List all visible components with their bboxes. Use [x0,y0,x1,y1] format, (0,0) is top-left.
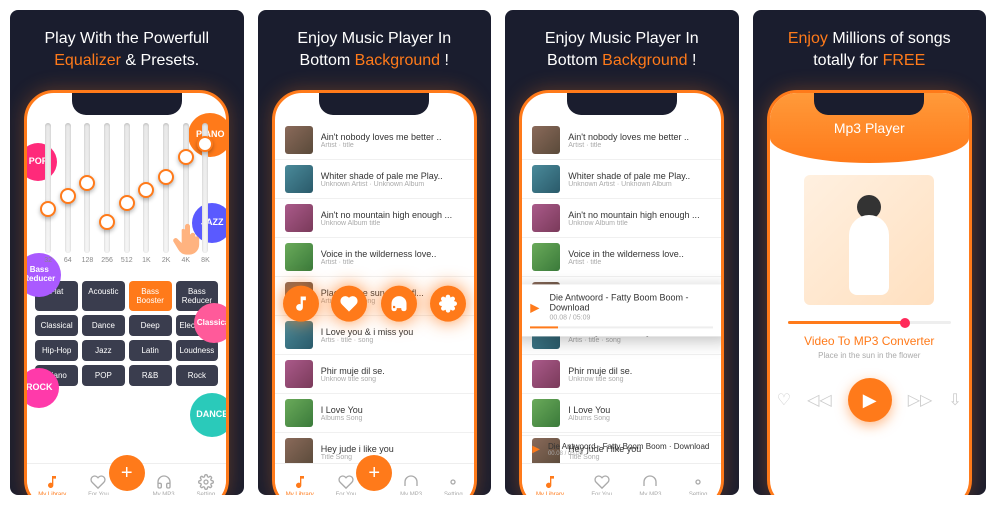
nav-foryou[interactable]: For You [336,474,357,496]
nav-mp3[interactable]: My MP3 [153,474,175,496]
song-row[interactable]: Phir muje dil se.Unknow title song [275,355,474,394]
notch [814,93,924,115]
heart-icon [340,295,358,313]
eq-sliders[interactable]: 32 64 128 256 512 1K 2K 4K 8K [35,123,218,273]
preset-jazz[interactable]: Jazz [82,340,125,361]
phone-frame-3: Ain't nobody loves me better ..Artist · … [519,90,724,495]
phone-frame-4: Mp3 Player Video To MP3 Converter Place … [767,90,972,495]
bottom-mini-player[interactable]: ▶ Die Antwoord · Fatty Boom Boom · Downl… [522,435,721,463]
heart-icon [338,474,354,490]
mini-player[interactable]: ▶ Die Antwoord - Fatty Boom Boom - Downl… [519,284,724,336]
fab-add-button[interactable]: + [356,455,392,491]
play-button[interactable]: ▶ [848,378,892,422]
nav-setting[interactable]: Setting [689,474,708,496]
preset-hiphop[interactable]: Hip-Hop [35,340,78,361]
song-row[interactable]: I Love YouAlbums Song [275,394,474,433]
phone-frame-2: Ain't nobody loves me better ..Artist · … [272,90,477,495]
nav-library[interactable]: My Library [38,474,66,496]
hand-cursor-icon [170,218,210,263]
panel-songlist-miniplayer: Enjoy Music Player In Bottom Background … [505,10,739,495]
action-overlay [275,286,474,322]
gear-icon [439,295,457,313]
nav-setting[interactable]: Setting [197,474,216,496]
preset-grid: Flat Acoustic Bass Booster Bass Reducer … [35,281,218,386]
gear-icon [198,474,214,490]
panel-equalizer: Play With the Powerfull Equalizer & Pres… [10,10,244,495]
mini-player-title: Die Antwoord - Fatty Boom Boom - Downloa… [549,292,713,312]
song-row[interactable]: I Love YouAlbums Song [522,394,721,433]
overlay-settings-button[interactable] [430,286,466,322]
song-row[interactable]: Voice in the wilderness love..Artist · t… [522,238,721,277]
preset-deep[interactable]: Deep [129,315,172,336]
preset-classical[interactable]: Classical [35,315,78,336]
next-button[interactable]: ▷▷ [908,390,933,410]
headline-1: Play With the Powerfull Equalizer & Pres… [44,28,209,78]
notch [319,93,429,115]
headline-4: Enjoy Millions of songs totally for FREE [788,28,951,78]
preset-loudness[interactable]: Loudness [176,340,219,361]
headphone-icon [156,474,172,490]
song-row[interactable]: Whiter shade of pale me Play..Unknown Ar… [275,160,474,199]
song-row[interactable]: Whiter shade of pale me Play..Unknown Ar… [522,160,721,199]
headphone-icon [403,474,419,490]
bubble-classical[interactable]: Classical [194,303,229,343]
preset-acoustic[interactable]: Acoustic [82,281,125,311]
phone-frame-1: POP PIANO JAZZ Bass Reducer Classical RO… [24,90,229,495]
song-row[interactable]: Voice in the wilderness love..Artist · t… [275,238,474,277]
music-note-icon [292,295,310,313]
nav-library[interactable]: My Library [286,474,314,496]
notch [567,93,677,115]
plus-icon: + [368,462,380,485]
player-track-sub: Place in the sun in the flower [770,351,969,360]
fab-add-button[interactable]: + [109,455,145,491]
headline-3: Enjoy Music Player In Bottom Background … [545,28,699,78]
song-row[interactable]: Ain't nobody loves me better ..Artist · … [522,121,721,160]
preset-dance[interactable]: Dance [82,315,125,336]
overlay-headphone-button[interactable] [381,286,417,322]
preset-latin[interactable]: Latin [129,340,172,361]
song-row[interactable]: Ain't no mountain high enough ...Unknow … [275,199,474,238]
play-icon[interactable]: ▶ [532,444,540,455]
song-row[interactable]: I Love you & i miss youArtis · title · s… [275,316,474,355]
progress-bar[interactable] [788,321,951,324]
mini-player-time: 00.08 / 05:09 [549,314,713,321]
preset-pop[interactable]: POP [82,365,125,386]
bubble-dance[interactable]: DANCE [190,393,229,437]
music-note-icon [292,474,308,490]
player-track-title: Video To MP3 Converter [770,334,969,348]
headline-2: Enjoy Music Player In Bottom Background … [297,28,451,78]
heart-icon [90,474,106,490]
preset-bass-booster[interactable]: Bass Booster [129,281,172,311]
panel-player: Enjoy Millions of songs totally for FREE… [753,10,987,495]
song-row[interactable]: Phir muje dil se.Unknow title song [522,355,721,394]
notch [72,93,182,115]
album-art [804,175,934,305]
song-row[interactable]: Ain't nobody loves me better ..Artist · … [275,121,474,160]
nav-foryou[interactable]: For You [88,474,109,496]
plus-icon: + [121,462,133,485]
headphone-icon [390,295,408,313]
nav-mp3[interactable]: My MP3 [400,474,422,496]
preset-rock[interactable]: Rock [176,365,219,386]
overlay-music-button[interactable] [283,286,319,322]
gear-icon [445,474,461,490]
song-row[interactable]: Ain't no mountain high enough ...Unknow … [522,199,721,238]
nav-library[interactable]: My Library [536,474,564,496]
preset-rnb[interactable]: R&B [129,365,172,386]
nav-setting[interactable]: Setting [444,474,463,496]
mini-progress-bar[interactable] [530,326,713,328]
nav-foryou[interactable]: For You [591,474,612,496]
panel-songlist-overlay: Enjoy Music Player In Bottom Background … [258,10,492,495]
favorite-button[interactable]: ♡ [777,390,791,410]
prev-button[interactable]: ◁◁ [807,390,832,410]
player-controls: ♡ ◁◁ ▶ ▷▷ ⇩ [770,378,969,422]
nav-mp3[interactable]: My MP3 [639,474,661,496]
music-note-icon [44,474,60,490]
bottom-nav: My Library For You My MP3 Setting [522,463,721,495]
play-icon[interactable]: ▶ [530,300,539,314]
download-button[interactable]: ⇩ [948,390,961,410]
overlay-favorite-button[interactable] [331,286,367,322]
